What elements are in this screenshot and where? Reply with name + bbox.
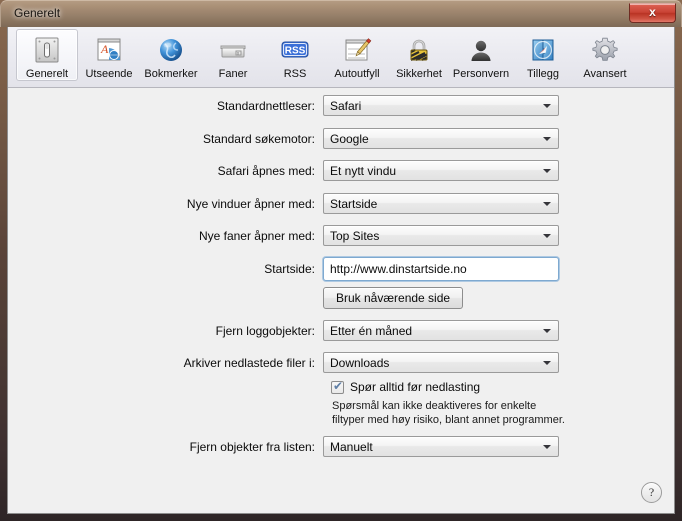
toolbar-item-avansert[interactable]: Avansert <box>574 29 636 81</box>
preferences-window: Generelt x Generelt A Utseende Bokmerker… <box>0 0 682 521</box>
dropdown-value: Google <box>330 132 369 146</box>
dropdown-value: Downloads <box>330 356 390 370</box>
toolbar-item-utseende[interactable]: A Utseende <box>78 29 140 81</box>
preferences-toolbar: Generelt A Utseende Bokmerker x Faner RS… <box>8 27 674 88</box>
close-button[interactable]: x <box>629 3 676 23</box>
switch-icon <box>30 33 64 67</box>
row-label: Nye vinduer åpner med: <box>186 196 315 211</box>
svg-text:RSS: RSS <box>285 46 306 57</box>
toolbar-item-label: Generelt <box>25 68 69 80</box>
toolbar-item-autoutfyll[interactable]: Autoutfyll <box>326 29 388 81</box>
chevron-down-icon <box>543 445 551 449</box>
chevron-down-icon <box>543 169 551 173</box>
toolbar-item-generelt[interactable]: Generelt <box>16 29 78 81</box>
toolbar-item-faner[interactable]: x Faner <box>202 29 264 81</box>
ask-before-download-checkbox[interactable]: ✔ <box>331 378 344 394</box>
close-icon: x <box>649 5 656 19</box>
row-save-downloads-to: Arkiver nedlastede filer i: Downloads <box>88 352 559 373</box>
row-safari-opens-with: Safari åpnes med: Et nytt vindu <box>88 160 559 181</box>
general-preferences-pane: Standardnettleser: Safari Standard søkem… <box>8 88 674 513</box>
row-label: Standard søkemotor: <box>202 131 315 146</box>
chevron-down-icon <box>543 329 551 333</box>
row-default-browser: Standardnettleser: Safari <box>88 95 559 116</box>
help-button[interactable]: ? <box>641 482 662 503</box>
row-new-tabs-open-with: Nye faner åpner med: Top Sites <box>88 225 559 246</box>
row-use-current-page: Bruk nåværende side <box>88 287 464 309</box>
row-ask-before-downloading: ✔ Spør alltid før nedlasting <box>331 378 481 394</box>
toolbar-item-tillegg[interactable]: Tillegg <box>512 29 574 81</box>
row-label: Nye faner åpner med: <box>198 228 315 243</box>
toolbar-item-label: Faner <box>218 68 248 80</box>
title-bar: Generelt x <box>0 0 682 27</box>
new-tabs-open-with-dropdown[interactable]: Top Sites <box>323 225 559 246</box>
appearance-icon: A <box>92 33 126 67</box>
extensions-icon <box>526 33 560 67</box>
default-browser-dropdown[interactable]: Safari <box>323 95 559 116</box>
chevron-down-icon <box>543 104 551 108</box>
autofill-icon <box>340 33 374 67</box>
gear-icon <box>588 33 622 67</box>
dropdown-value: Etter én måned <box>330 324 413 338</box>
remove-items-from-list-dropdown[interactable]: Manuelt <box>323 436 559 457</box>
row-remove-history-items: Fjern loggobjekter: Etter én måned <box>88 320 559 341</box>
row-label: Safari åpnes med: <box>217 163 315 178</box>
use-current-page-button[interactable]: Bruk nåværende side <box>323 287 464 309</box>
toolbar-item-label: Avansert <box>583 68 627 80</box>
toolbar-item-label: Tillegg <box>527 68 559 80</box>
dropdown-value: Top Sites <box>330 229 380 243</box>
row-default-search-engine: Standard søkemotor: Google <box>88 128 559 149</box>
person-icon <box>464 33 498 67</box>
default-search-engine-dropdown[interactable]: Google <box>323 128 559 149</box>
svg-text:A: A <box>100 42 109 56</box>
homepage-field-wrap[interactable] <box>323 257 559 281</box>
remove-history-items-dropdown[interactable]: Etter én måned <box>323 320 559 341</box>
row-homepage: Startside: <box>88 257 559 281</box>
toolbar-item-label: RSS <box>283 68 307 80</box>
dropdown-value: Et nytt vindu <box>330 164 397 178</box>
globe-icon <box>154 33 188 67</box>
toolbar-item-rss[interactable]: RSS RSS <box>264 29 326 81</box>
chevron-down-icon <box>543 234 551 238</box>
checkbox-label: Spør alltid før nedlasting <box>350 380 481 394</box>
window-title: Generelt <box>14 6 61 20</box>
client-area: Generelt A Utseende Bokmerker x Faner RS… <box>7 27 675 514</box>
download-hint-line-2: filtyper med høy risiko, blant annet pro… <box>332 414 565 426</box>
row-label: Arkiver nedlastede filer i: <box>183 355 315 370</box>
toolbar-item-label: Sikkerhet <box>396 68 442 80</box>
row-label: Fjern objekter fra listen: <box>189 439 315 454</box>
row-label: Fjern loggobjekter: <box>215 323 315 338</box>
chevron-down-icon <box>543 361 551 365</box>
dropdown-value: Startside <box>330 197 378 211</box>
toolbar-item-label: Utseende <box>85 68 133 80</box>
toolbar-item-sikkerhet[interactable]: Sikkerhet <box>388 29 450 81</box>
checkmark-icon: ✔ <box>333 378 344 393</box>
safari-opens-with-dropdown[interactable]: Et nytt vindu <box>323 160 559 181</box>
dropdown-value: Safari <box>330 99 362 113</box>
download-hint-line-1: Spørsmål kan ikke deaktiveres for enkelt… <box>332 400 537 412</box>
row-remove-items-from-list: Fjern objekter fra listen: Manuelt <box>88 436 559 457</box>
toolbar-item-bokmerker[interactable]: Bokmerker <box>140 29 202 81</box>
toolbar-item-personvern[interactable]: Personvern <box>450 29 512 81</box>
row-new-windows-open-with: Nye vinduer åpner med: Startside <box>88 193 559 214</box>
save-downloads-to-dropdown[interactable]: Downloads <box>323 352 559 373</box>
chevron-down-icon <box>543 137 551 141</box>
tabs-icon: x <box>216 33 250 67</box>
row-label: Startside: <box>264 262 315 276</box>
toolbar-item-label: Personvern <box>452 68 510 80</box>
row-label: Standardnettleser: <box>216 98 315 113</box>
homepage-input[interactable] <box>328 258 554 280</box>
dropdown-value: Manuelt <box>330 440 373 454</box>
lock-icon <box>402 33 436 67</box>
toolbar-item-label: Bokmerker <box>144 68 198 80</box>
toolbar-item-label: Autoutfyll <box>334 68 380 80</box>
new-windows-open-with-dropdown[interactable]: Startside <box>323 193 559 214</box>
chevron-down-icon <box>543 202 551 206</box>
help-icon: ? <box>648 485 655 499</box>
rss-icon: RSS <box>278 33 312 67</box>
